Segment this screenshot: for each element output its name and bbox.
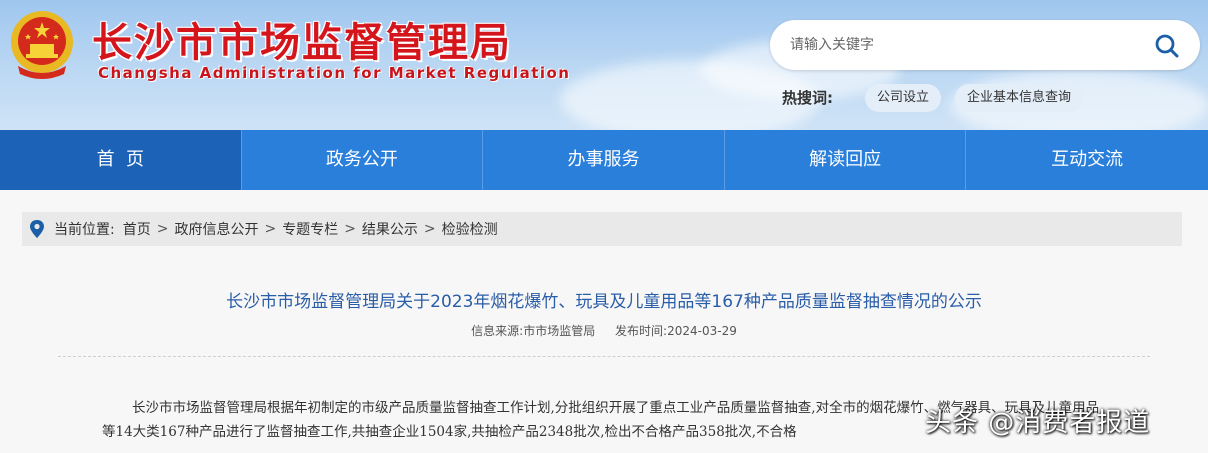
source-label: 信息来源:: [471, 324, 524, 338]
breadcrumb-results[interactable]: 结果公示: [362, 219, 418, 239]
search-box: [770, 20, 1200, 70]
location-pin-icon: [30, 220, 44, 238]
breadcrumb-special-topics[interactable]: 专题专栏: [282, 219, 338, 239]
article-title: 长沙市市场监督管理局关于2023年烟花爆竹、玩具及儿童用品等167种产品质量监督…: [226, 292, 982, 312]
breadcrumb-prefix: 当前位置:: [54, 222, 115, 238]
nav-item-government-affairs[interactable]: 政务公开: [242, 130, 484, 190]
breadcrumb-separator: >: [344, 221, 356, 237]
search-icon[interactable]: [1154, 33, 1180, 59]
breadcrumb-separator: >: [264, 221, 277, 237]
hot-tag-company-setup[interactable]: 公司设立: [865, 84, 942, 112]
nav-item-interaction[interactable]: 互动交流: [966, 130, 1208, 190]
main-nav: 首 页 政务公开 办事服务 解读回应 互动交流: [0, 130, 1208, 190]
breadcrumb: 当前位置: 首页 > 政府信息公开 > 专题专栏 > 结果公示 > 检验检测: [22, 212, 1182, 246]
date-label: 发布时间:: [615, 324, 668, 338]
article-meta: 信息来源:市市场监管局 发布时间:2024-03-29: [0, 322, 1208, 339]
search-input[interactable]: [790, 32, 1140, 58]
breadcrumb-home[interactable]: 首页: [123, 219, 151, 239]
nav-item-services[interactable]: 办事服务: [483, 130, 725, 190]
date-value: 2024-03-29: [667, 324, 737, 338]
breadcrumb-gov-info[interactable]: 政府信息公开: [174, 219, 258, 239]
national-emblem-icon: [11, 11, 73, 79]
hot-search-label: 热搜词:: [782, 89, 833, 107]
breadcrumb-separator: >: [156, 221, 169, 237]
article-source: 信息来源:市市场监管局: [471, 324, 595, 338]
site-header: 长沙市市场监督管理局 Changsha Administration for M…: [0, 0, 1208, 130]
site-title: 长沙市市场监督管理局: [92, 20, 512, 66]
nav-item-interpretation[interactable]: 解读回应: [725, 130, 967, 190]
hot-tag-enterprise-info[interactable]: 企业基本信息查询: [955, 84, 1084, 112]
breadcrumb-inspection[interactable]: 检验检测: [442, 219, 498, 239]
source-value: 市市场监管局: [523, 324, 596, 338]
nav-item-home[interactable]: 首 页: [0, 130, 242, 190]
breadcrumb-separator: >: [423, 221, 436, 237]
site-title-english: Changsha Administration for Market Regul…: [98, 64, 571, 82]
watermark: 头条 @消费者报道: [925, 408, 1151, 438]
title-divider: [58, 356, 1150, 357]
article-date: 发布时间:2024-03-29: [615, 324, 737, 338]
